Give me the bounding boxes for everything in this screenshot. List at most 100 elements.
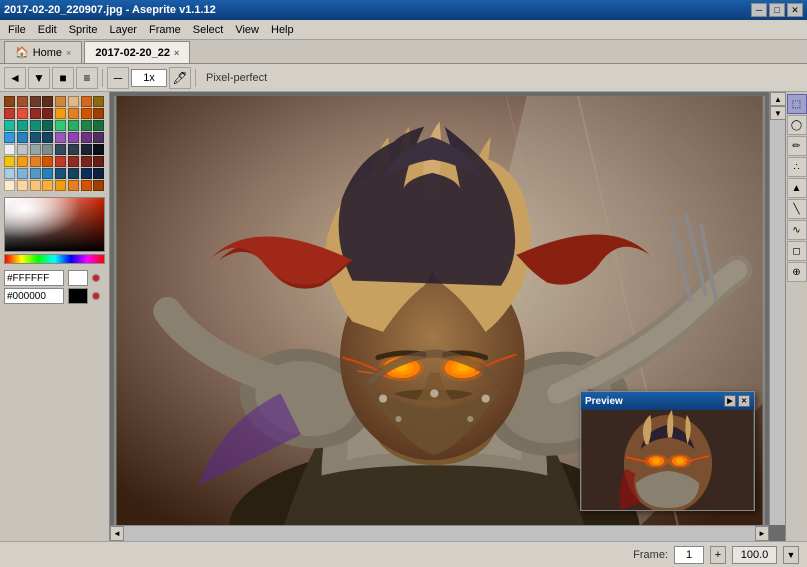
color-cell[interactable] [81,132,92,143]
color-cell[interactable] [68,180,79,191]
scroll-down-btn[interactable]: ▼ [770,106,785,120]
frame-input[interactable] [674,546,704,564]
stop-btn[interactable]: ■ [52,67,74,89]
color-cell[interactable] [17,96,28,107]
lasso-tool-btn[interactable]: ◯ [787,115,807,135]
color-cell[interactable] [55,180,66,191]
color-cell[interactable] [55,168,66,179]
preview-close-btn[interactable]: ✕ [738,395,750,407]
color-cell[interactable] [68,132,79,143]
menu-file[interactable]: File [2,22,32,38]
scroll-up-btn[interactable]: ▲ [770,92,785,106]
color-cell[interactable] [30,180,41,191]
color-cell[interactable] [68,120,79,131]
color-cell[interactable] [4,180,15,191]
color-cell[interactable] [93,168,104,179]
color-cell[interactable] [68,96,79,107]
color-cell[interactable] [42,168,53,179]
document-tab-close[interactable]: × [174,48,179,58]
color-cell[interactable] [55,108,66,119]
color-cell[interactable] [55,144,66,155]
color-cell[interactable] [81,156,92,167]
color-cell[interactable] [42,144,53,155]
fg-hex-input[interactable] [4,270,64,286]
color-cell[interactable] [55,96,66,107]
eyedropper-tool-btn[interactable]: ⊕ [787,262,807,282]
v-scrollbar[interactable]: ▲ ▼ [769,92,785,525]
color-cell[interactable] [55,132,66,143]
zoom-dropdown-btn[interactable]: ▼ [783,546,799,564]
color-cell[interactable] [42,156,53,167]
fg-swatch[interactable] [68,270,88,286]
preview-play-btn[interactable]: ▶ [724,395,736,407]
color-cell[interactable] [30,144,41,155]
menu-help[interactable]: Help [265,22,300,38]
color-cell[interactable] [93,180,104,191]
tool-icon-btn[interactable]: 🖊 [169,67,191,89]
color-cell[interactable] [4,156,15,167]
color-cell[interactable] [42,120,53,131]
scroll-left-btn[interactable]: ◄ [110,526,124,541]
fill-tool-btn[interactable]: ▲ [787,178,807,198]
menu-view[interactable]: View [229,22,265,38]
color-cell[interactable] [4,120,15,131]
scroll-right-btn[interactable]: ► [755,526,769,541]
color-cell[interactable] [17,120,28,131]
color-cell[interactable] [17,168,28,179]
minimize-btn[interactable]: ─ [751,3,767,17]
preview-window[interactable]: Preview ▶ ✕ [580,391,755,511]
color-cell[interactable] [81,96,92,107]
color-cell[interactable] [81,168,92,179]
color-cell[interactable] [93,96,104,107]
menu-sprite[interactable]: Sprite [63,22,104,38]
tab-home[interactable]: 🏠 Home × [4,41,82,63]
color-cell[interactable] [93,144,104,155]
menu-edit[interactable]: Edit [32,22,63,38]
eraser-tool-btn[interactable]: ◻ [787,241,807,261]
line-tool-btn[interactable]: ╲ [787,199,807,219]
bg-hex-input[interactable] [4,288,64,304]
color-cell[interactable] [81,120,92,131]
gradient-box[interactable] [4,197,105,252]
color-cell[interactable] [81,144,92,155]
color-cell[interactable] [42,180,53,191]
color-cell[interactable] [30,156,41,167]
color-cell[interactable] [30,132,41,143]
zoom-input[interactable] [131,69,167,87]
color-cell[interactable] [81,180,92,191]
color-cell[interactable] [30,96,41,107]
color-cell[interactable] [17,132,28,143]
color-cell[interactable] [68,144,79,155]
menu-select[interactable]: Select [187,22,230,38]
curve-tool-btn[interactable]: ∿ [787,220,807,240]
color-cell[interactable] [17,180,28,191]
pencil-tool-btn[interactable]: ✏ [787,136,807,156]
color-cell[interactable] [4,168,15,179]
bg-swatch[interactable] [68,288,88,304]
color-cell[interactable] [81,108,92,119]
color-cell[interactable] [4,144,15,155]
hue-bar[interactable] [4,254,105,264]
marquee-tool-btn[interactable]: ⬚ [787,94,807,114]
color-cell[interactable] [55,156,66,167]
color-cell[interactable] [55,120,66,131]
canvas-area[interactable]: Preview ▶ ✕ [110,92,785,541]
color-cell[interactable] [17,156,28,167]
minus-btn[interactable]: ─ [107,67,129,89]
list-btn[interactable]: ≡ [76,67,98,89]
color-cell[interactable] [4,132,15,143]
maximize-btn[interactable]: □ [769,3,785,17]
color-cell[interactable] [30,120,41,131]
color-cell[interactable] [93,120,104,131]
color-cell[interactable] [30,108,41,119]
spray-tool-btn[interactable]: ∴ [787,157,807,177]
home-tab-close[interactable]: × [66,48,71,58]
color-cell[interactable] [17,144,28,155]
color-cell[interactable] [42,132,53,143]
close-btn[interactable]: ✕ [787,3,803,17]
color-cell[interactable] [68,108,79,119]
color-cell[interactable] [93,132,104,143]
color-cell[interactable] [93,108,104,119]
color-cell[interactable] [4,108,15,119]
color-cell[interactable] [68,168,79,179]
